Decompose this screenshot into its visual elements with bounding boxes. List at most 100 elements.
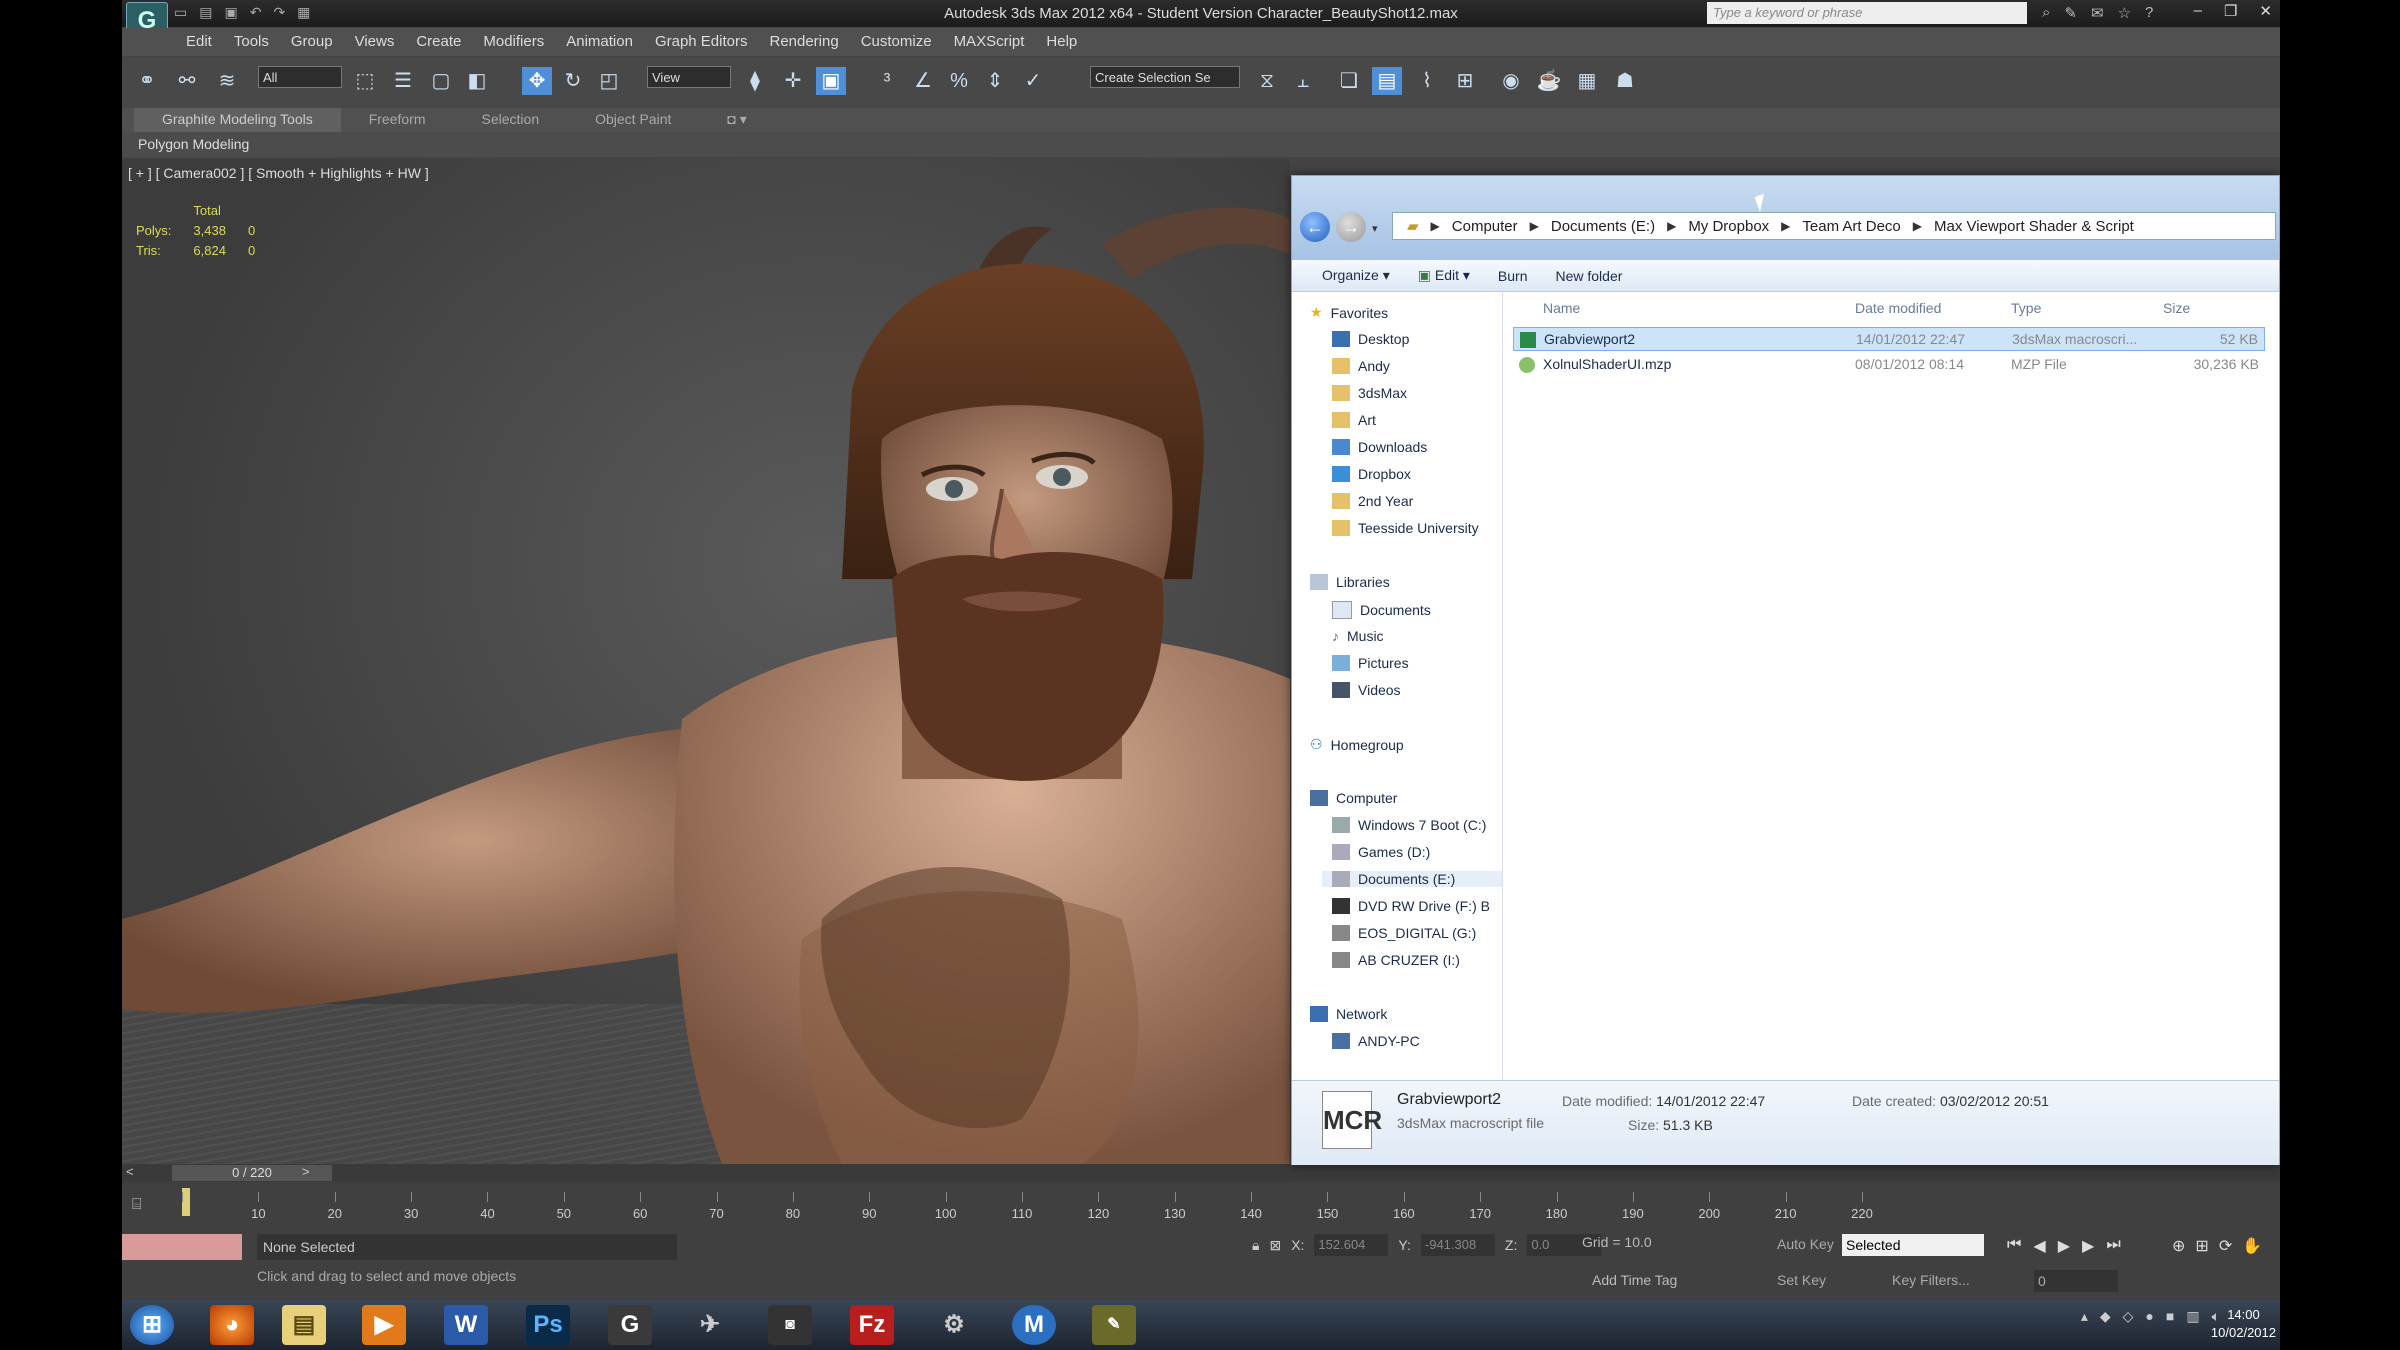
- nav-libraries[interactable]: Libraries: [1310, 574, 1390, 590]
- menu-tools[interactable]: Tools: [223, 28, 280, 56]
- breadcrumb-team-art-deco[interactable]: Team Art Deco: [1802, 218, 1900, 235]
- render-setup-icon[interactable]: ☕: [1534, 67, 1564, 95]
- select-and-move-icon[interactable]: ✥: [522, 67, 552, 95]
- minimize-icon[interactable]: –: [2194, 2, 2202, 20]
- curve-editor-icon[interactable]: ⌇: [1412, 67, 1442, 95]
- burn-button[interactable]: Burn: [1498, 268, 1528, 284]
- nav-item-lib-documents[interactable]: Documents: [1332, 601, 1431, 619]
- nav-item-art[interactable]: Art: [1332, 412, 1376, 428]
- material-editor-icon[interactable]: ◉: [1496, 67, 1526, 95]
- previous-frame-icon[interactable]: ◀: [2033, 1236, 2045, 1256]
- reference-coordinate-dropdown[interactable]: View: [647, 66, 731, 88]
- breadcrumb-current-folder[interactable]: Max Viewport Shader & Script: [1934, 218, 2134, 235]
- edit-button[interactable]: ▣ Edit ▾: [1418, 267, 1470, 284]
- rect-selection-icon[interactable]: ▢: [426, 67, 456, 95]
- lock-selection-icon[interactable]: 🔒︎: [1252, 1237, 1259, 1254]
- select-and-scale-icon[interactable]: ◰: [594, 67, 624, 95]
- nav-item-music[interactable]: ♪ Music: [1332, 628, 1384, 644]
- nav-item-2nd-year[interactable]: 2nd Year: [1332, 493, 1413, 509]
- menu-rendering[interactable]: Rendering: [758, 28, 849, 56]
- tab-object-paint[interactable]: Object Paint: [567, 108, 699, 132]
- y-coordinate-field[interactable]: -941.308: [1420, 1234, 1495, 1256]
- nav-item-videos[interactable]: Videos: [1332, 682, 1401, 698]
- 3dsmax-taskbar-icon[interactable]: G: [608, 1305, 652, 1345]
- selection-filter-dropdown[interactable]: All: [258, 66, 342, 88]
- angle-snap-icon[interactable]: ∠: [908, 67, 938, 95]
- play-icon[interactable]: ▶: [2058, 1236, 2070, 1256]
- menu-group[interactable]: Group: [280, 28, 344, 56]
- nav-item-andy-pc[interactable]: ANDY-PC: [1332, 1033, 1420, 1049]
- breadcrumb-computer[interactable]: Computer: [1452, 218, 1518, 235]
- menu-views[interactable]: Views: [344, 28, 406, 56]
- nav-item-drive-e[interactable]: Documents (E:): [1322, 871, 1502, 887]
- file-row-xoliulshader[interactable]: XolnulShaderUI.mzp 08/01/2012 08:14 MZP …: [1513, 353, 2265, 377]
- rendered-frame-window-icon[interactable]: ▦: [1572, 67, 1602, 95]
- column-header-name[interactable]: Name: [1543, 300, 1580, 316]
- tray-app-icon[interactable]: ●: [2145, 1308, 2153, 1325]
- nav-item-pictures[interactable]: Pictures: [1332, 655, 1409, 671]
- show-hidden-icons-icon[interactable]: ▴: [2081, 1308, 2088, 1325]
- zoom-all-icon[interactable]: ⊞: [2195, 1236, 2208, 1256]
- x-coordinate-field[interactable]: 152.604: [1314, 1234, 1389, 1256]
- nav-item-3dsmax[interactable]: 3dsMax: [1332, 385, 1407, 401]
- orbit-icon[interactable]: ⟳: [2219, 1236, 2232, 1256]
- forward-arrow-icon[interactable]: →: [1336, 212, 1366, 242]
- menu-modifiers[interactable]: Modifiers: [472, 28, 555, 56]
- layer-manager-icon[interactable]: ❏: [1334, 67, 1364, 95]
- spinner-snap-icon[interactable]: ⇕: [980, 67, 1010, 95]
- mirror-icon[interactable]: ⧖: [1252, 67, 1282, 95]
- nav-computer[interactable]: Computer: [1310, 790, 1397, 806]
- time-slider[interactable]: < 0 / 220 >: [122, 1164, 2280, 1182]
- nav-favorites[interactable]: ★ Favorites: [1310, 304, 1388, 321]
- subscription-icon[interactable]: ✎: [2064, 4, 2077, 22]
- nav-item-drive-i[interactable]: AB CRUZER (I:): [1332, 952, 1460, 968]
- restore-icon[interactable]: ❐: [2224, 2, 2237, 20]
- tab-polygon-modeling[interactable]: Polygon Modeling: [138, 136, 249, 152]
- go-to-end-icon[interactable]: ⏭: [2106, 1236, 2120, 1256]
- menu-help[interactable]: Help: [1035, 28, 1088, 56]
- firefox-icon[interactable]: ◕: [210, 1305, 254, 1345]
- app-icon[interactable]: ◙: [768, 1305, 812, 1345]
- close-icon[interactable]: ✕: [2259, 2, 2272, 20]
- notes-icon[interactable]: ✎: [1092, 1305, 1136, 1345]
- nav-item-drive-d[interactable]: Games (D:): [1332, 844, 1430, 860]
- media-player-icon[interactable]: ▶: [362, 1305, 406, 1345]
- nav-item-drive-f[interactable]: DVD RW Drive (F:) B: [1332, 898, 1490, 914]
- nav-item-desktop[interactable]: Desktop: [1332, 331, 1409, 347]
- menu-edit[interactable]: Edit: [122, 28, 223, 56]
- word-icon[interactable]: W: [444, 1305, 488, 1345]
- photoshop-icon[interactable]: Ps: [526, 1305, 570, 1345]
- align-icon[interactable]: ⫠: [1288, 67, 1318, 95]
- column-header-date[interactable]: Date modified: [1855, 300, 1941, 316]
- organize-button[interactable]: Organize ▾: [1322, 267, 1390, 284]
- nav-item-teesside[interactable]: Teesside University: [1332, 520, 1479, 536]
- tray-app-icon[interactable]: ◇: [2123, 1308, 2134, 1325]
- next-frame-icon[interactable]: ▶: [2082, 1236, 2094, 1256]
- auto-key-button[interactable]: Auto Key: [1777, 1236, 1834, 1252]
- bind-space-warp-icon[interactable]: ≋: [212, 67, 242, 95]
- search-input[interactable]: Type a keyword or phrase: [1707, 2, 2027, 24]
- tool-icon[interactable]: ✈: [688, 1305, 732, 1345]
- filezilla-icon[interactable]: Fz: [850, 1305, 894, 1345]
- keyboard-shortcut-override-icon[interactable]: ▣: [816, 67, 846, 95]
- absolute-mode-icon[interactable]: ⊠: [1269, 1237, 1281, 1254]
- pan-icon[interactable]: ✋: [2242, 1236, 2262, 1256]
- nav-item-drive-c[interactable]: Windows 7 Boot (C:): [1332, 817, 1486, 833]
- address-bar[interactable]: ▰ ▶ Computer ▶ Documents (E:) ▶ My Dropb…: [1392, 212, 2276, 240]
- tab-graphite-modeling-tools[interactable]: Graphite Modeling Tools: [134, 108, 341, 132]
- tab-freeform[interactable]: Freeform: [341, 108, 454, 132]
- start-button-icon[interactable]: ⊞: [130, 1305, 174, 1345]
- select-by-name-icon[interactable]: ☰: [388, 67, 418, 95]
- nav-homegroup[interactable]: ⚇ Homegroup: [1310, 736, 1404, 753]
- render-production-icon[interactable]: ☗: [1610, 67, 1640, 95]
- percent-snap-icon[interactable]: %: [944, 67, 974, 95]
- clock[interactable]: 14:00 10/02/2012: [2211, 1306, 2276, 1342]
- camera-viewport[interactable]: [ + ] [ Camera002 ] [ Smooth + Highlight…: [122, 159, 1290, 1164]
- named-selection-dropdown[interactable]: Create Selection Se: [1090, 66, 1240, 88]
- menu-maxscript[interactable]: MAXScript: [943, 28, 1036, 56]
- timeline-ruler[interactable]: 10 20 30 40 50 60 70 80 90 100 110 120 130 140 150 160 1…: [182, 1182, 1873, 1230]
- unlink-icon[interactable]: ⚯: [172, 67, 202, 95]
- key-set-dropdown[interactable]: Selected: [1842, 1234, 1984, 1256]
- select-and-link-icon[interactable]: ⚭: [132, 67, 162, 95]
- maxscript-listener-mini[interactable]: [122, 1234, 242, 1260]
